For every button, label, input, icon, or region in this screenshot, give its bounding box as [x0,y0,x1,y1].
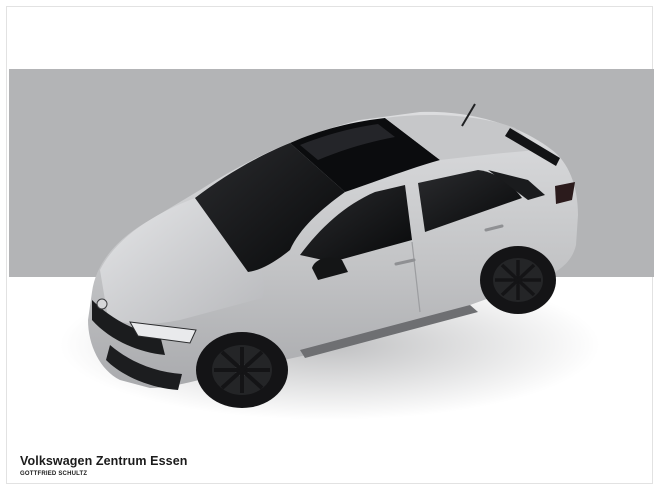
front-wheel [196,332,288,408]
dealer-name: Volkswagen Zentrum Essen [20,454,188,468]
dealer-caption: Volkswagen Zentrum Essen GOTTFRIED SCHUL… [20,454,188,478]
vw-logo-icon [96,298,108,310]
dealer-subtitle: GOTTFRIED SCHULTZ [20,471,88,477]
rear-wheel [480,246,556,314]
car-photo [60,103,600,420]
